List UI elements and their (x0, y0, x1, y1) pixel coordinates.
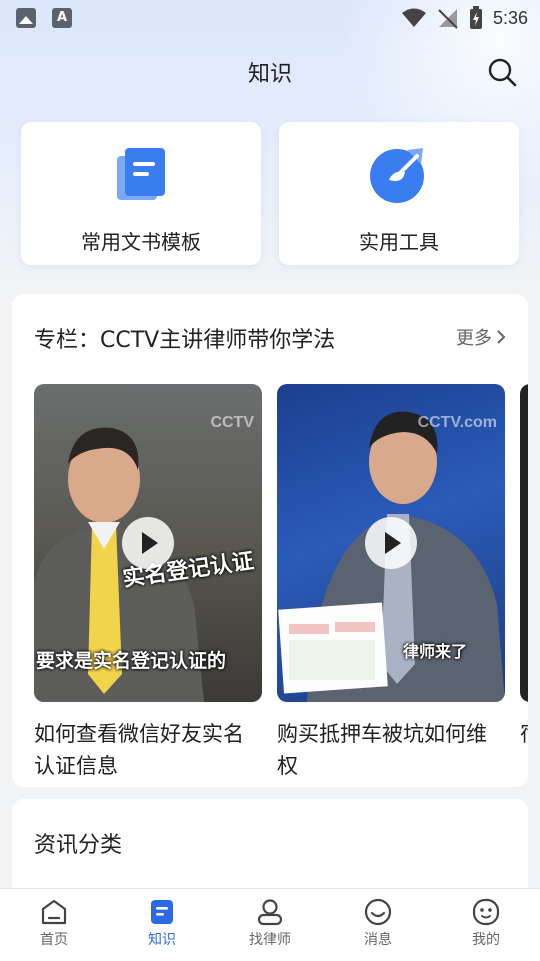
video-card[interactable]: CCTV.com 律师来了 购买抵押车被坑如何维权 (277, 384, 505, 782)
document-template-label: 常用文书模板 (81, 230, 201, 254)
page-title: 知识 (247, 62, 292, 87)
header: 知识 (0, 48, 540, 98)
video-thumbnail[interactable]: CCTV.com 律师来了 (277, 384, 505, 702)
nav-item-find-lawyer[interactable]: 找律师 (216, 889, 324, 961)
news-category-title: 资讯分类 (34, 833, 123, 858)
more-link[interactable]: 更多 (456, 324, 506, 350)
video-card[interactable]: 宿新 (520, 384, 528, 750)
nav-label-find-lawyer: 找律师 (249, 932, 291, 948)
column-title: 专栏：CCTV主讲律师带你学法 (34, 328, 336, 353)
video-subtitle: 要求是实名登记认证的 (36, 650, 227, 672)
video-card[interactable]: CCTV 实名登记认证 要求是实名登记认证的 如何查看微信好友实名认证信息 (34, 384, 262, 782)
message-icon (364, 898, 392, 926)
bottom-nav: 首页 知识 找律师 消息 我的 (0, 888, 540, 961)
wifi-icon (401, 8, 426, 27)
search-icon[interactable] (486, 56, 518, 88)
tools-label: 实用工具 (359, 230, 439, 254)
video-thumbnail[interactable]: CCTV 实名登记认证 要求是实名登记认证的 (34, 384, 262, 702)
play-icon[interactable] (365, 517, 417, 569)
image-icon (16, 8, 36, 28)
status-time: 5:36 (492, 7, 528, 28)
nav-item-home[interactable]: 首页 (0, 889, 108, 961)
video-watermark: CCTV.com (417, 414, 497, 431)
video-watermark: CCTV (210, 414, 254, 431)
video-title[interactable]: 如何查看微信好友实名认证信息 (34, 718, 262, 782)
play-icon[interactable] (122, 517, 174, 569)
video-title[interactable]: 购买抵押车被坑如何维权 (277, 718, 505, 782)
more-label: 更多 (456, 328, 492, 349)
nav-label-profile: 我的 (472, 932, 500, 948)
nav-item-knowledge[interactable]: 知识 (108, 889, 216, 961)
video-overlay-text: 律师来了 (403, 642, 468, 661)
document-template-card[interactable]: 常用文书模板 (21, 122, 261, 265)
knowledge-icon (151, 900, 173, 924)
document-template-icon (117, 148, 165, 200)
column-section: 专栏：CCTV主讲律师带你学法 更多 CCTV 实名登记认证 要求是实名登记认证… (12, 294, 528, 787)
nav-label-messages: 消息 (364, 932, 392, 948)
nav-item-messages[interactable]: 消息 (324, 889, 432, 961)
tools-card[interactable]: 实用工具 (279, 122, 519, 265)
status-bar: A 5:36 (0, 0, 540, 36)
lawyer-icon (257, 899, 283, 926)
tools-icon (370, 148, 424, 203)
font-icon: A (52, 8, 72, 28)
nav-label-knowledge: 知识 (148, 932, 176, 948)
profile-icon (472, 898, 500, 926)
video-list: CCTV 实名登记认证 要求是实名登记认证的 如何查看微信好友实名认证信息 CC… (34, 384, 528, 784)
chevron-right-icon (497, 330, 506, 344)
nav-label-home: 首页 (40, 932, 68, 948)
video-thumbnail[interactable] (520, 384, 528, 702)
home-icon (41, 899, 67, 925)
video-title[interactable]: 宿新 (520, 718, 528, 750)
nav-item-profile[interactable]: 我的 (432, 889, 540, 961)
no-signal-icon (438, 9, 458, 29)
battery-charging-icon (469, 6, 482, 29)
